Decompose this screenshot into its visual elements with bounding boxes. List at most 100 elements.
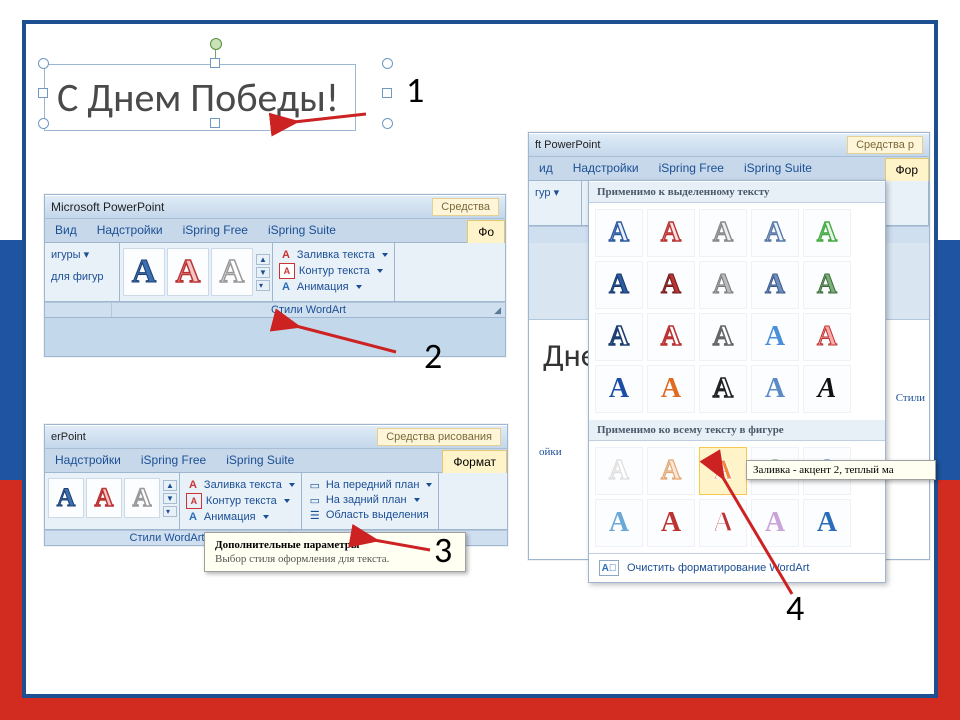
tab-format-frag[interactable]: Фо bbox=[467, 220, 505, 243]
tab-view-4[interactable]: ид bbox=[529, 157, 563, 180]
text-effects-icon-3: A bbox=[186, 510, 200, 524]
resize-handle-ne[interactable] bbox=[382, 58, 393, 69]
wb-10[interactable]: A bbox=[803, 499, 851, 547]
resize-handle-nw[interactable] bbox=[38, 58, 49, 69]
shapes-frag-4[interactable]: гур ▾ bbox=[535, 186, 575, 199]
wa-10[interactable]: A bbox=[803, 261, 851, 309]
gallery-more-button-3[interactable]: ▾ bbox=[163, 506, 177, 517]
gallery-scroll-up-3[interactable]: ▲ bbox=[163, 480, 177, 491]
arrow-4 bbox=[714, 470, 804, 600]
wa-19[interactable]: A bbox=[751, 365, 799, 413]
text-effects[interactable]: A Анимация bbox=[279, 280, 388, 294]
panel-4-tabs: ид Надстройки iSpring Free iSpring Suite… bbox=[529, 157, 929, 181]
text-effects-icon: A bbox=[279, 280, 293, 294]
side-frag-1: ойки bbox=[539, 446, 562, 458]
wa-8[interactable]: A bbox=[699, 261, 747, 309]
resize-handle-n[interactable] bbox=[210, 58, 220, 68]
clear-icon: A⃠ bbox=[599, 560, 619, 576]
gallery-more-button[interactable]: ▾ bbox=[256, 280, 270, 291]
dialog-launcher-2[interactable]: ◢ bbox=[494, 305, 501, 316]
tab-addins-3[interactable]: Надстройки bbox=[45, 449, 131, 472]
send-back[interactable]: ▭На задний план bbox=[308, 493, 433, 507]
tab-ispring-free-4[interactable]: iSpring Free bbox=[649, 157, 734, 180]
wb-2[interactable]: A bbox=[647, 447, 695, 495]
tab-view[interactable]: Вид bbox=[45, 219, 87, 242]
wa-5[interactable]: A bbox=[803, 209, 851, 257]
bring-front[interactable]: ▭На передний план bbox=[308, 478, 433, 492]
wa-3[interactable]: A bbox=[699, 209, 747, 257]
wa-18[interactable]: A bbox=[699, 365, 747, 413]
arrow-2 bbox=[288, 322, 398, 362]
wordart-group-label-2: Стили WordArt ◢ bbox=[112, 302, 505, 317]
app-title-3: erPoint bbox=[51, 431, 86, 443]
wa-14[interactable]: A bbox=[751, 313, 799, 361]
wb-1[interactable]: A bbox=[595, 447, 643, 495]
text-fill-icon: A bbox=[279, 248, 293, 262]
wa-15[interactable]: A bbox=[803, 313, 851, 361]
gallery-section-1: A A A A A A A A A A A A A A A A A A A A bbox=[589, 203, 885, 419]
panel-3-ribbon: A A A ▲ ▼ ▾ AЗаливка текста AКонтур текс… bbox=[45, 473, 507, 530]
rotation-handle[interactable] bbox=[210, 38, 222, 50]
wordart-style-2[interactable]: A bbox=[167, 248, 209, 296]
wa-1[interactable]: A bbox=[595, 209, 643, 257]
resize-handle-w[interactable] bbox=[38, 88, 48, 98]
callout-2: 2 bbox=[424, 334, 442, 378]
text-effects-label: Анимация bbox=[297, 281, 349, 293]
tab-format-3[interactable]: Формат bbox=[442, 450, 507, 473]
slide-frame: С Днем Победы! 1 Microsoft PowerPoint Ср… bbox=[22, 20, 938, 698]
wa-2[interactable]: A bbox=[647, 209, 695, 257]
arrow-3 bbox=[368, 528, 438, 568]
text-fill-label: Заливка текста bbox=[297, 249, 375, 261]
wb-6[interactable]: A bbox=[595, 499, 643, 547]
text-fill-3[interactable]: AЗаливка текста bbox=[186, 478, 295, 492]
wa-16[interactable]: A bbox=[595, 365, 643, 413]
panel-2: Microsoft PowerPoint Средства Вид Надстр… bbox=[44, 194, 506, 357]
tab-addins-4[interactable]: Надстройки bbox=[563, 157, 649, 180]
resize-handle-e[interactable] bbox=[382, 88, 392, 98]
text-outline[interactable]: AКонтур текста bbox=[279, 263, 388, 279]
resize-handle-se[interactable] bbox=[382, 118, 393, 129]
send-back-icon: ▭ bbox=[308, 493, 322, 507]
tab-ispring-suite-4[interactable]: iSpring Suite bbox=[734, 157, 822, 180]
shapes-frag[interactable]: игуры ▾ bbox=[51, 248, 113, 261]
tab-ispring-free[interactable]: iSpring Free bbox=[173, 219, 258, 242]
gallery-scroll-down-3[interactable]: ▼ bbox=[163, 493, 177, 504]
bring-front-icon: ▭ bbox=[308, 478, 322, 492]
side-frag-2: Стили bbox=[896, 392, 925, 404]
wa-6[interactable]: A bbox=[595, 261, 643, 309]
tab-format-4[interactable]: Фор bbox=[885, 158, 929, 181]
wordart-style-1b[interactable]: A bbox=[48, 478, 84, 518]
callout-1: 1 bbox=[406, 68, 424, 112]
text-outline-icon: A bbox=[279, 263, 295, 279]
tab-ispring-suite[interactable]: iSpring Suite bbox=[258, 219, 346, 242]
app-title-4: ft PowerPoint bbox=[535, 139, 600, 151]
tab-addins[interactable]: Надстройки bbox=[87, 219, 173, 242]
wa-11[interactable]: A bbox=[595, 313, 643, 361]
wordart-style-3[interactable]: A bbox=[211, 248, 253, 296]
gallery-scroll-up[interactable]: ▲ bbox=[256, 254, 270, 265]
panel-3-tabs: Надстройки iSpring Free iSpring Suite Фо… bbox=[45, 449, 507, 473]
wa-12[interactable]: A bbox=[647, 313, 695, 361]
panel-2-titlebar: Microsoft PowerPoint Средства bbox=[45, 195, 505, 219]
resize-handle-sw[interactable] bbox=[38, 118, 49, 129]
text-effects-3[interactable]: AАнимация bbox=[186, 510, 295, 524]
wa-20[interactable]: A bbox=[803, 365, 851, 413]
text-outline-3[interactable]: AКонтур текста bbox=[186, 493, 295, 509]
tab-ispring-suite-3[interactable]: iSpring Suite bbox=[216, 449, 304, 472]
text-fill[interactable]: A Заливка текста bbox=[279, 248, 388, 262]
wordart-style-3b[interactable]: A bbox=[124, 478, 160, 518]
wa-4[interactable]: A bbox=[751, 209, 799, 257]
wordart-style-2b[interactable]: A bbox=[86, 478, 122, 518]
gallery-scroll-down[interactable]: ▼ bbox=[256, 267, 270, 278]
resize-handle-s[interactable] bbox=[210, 118, 220, 128]
shape-styles-frag[interactable]: для фигур bbox=[51, 271, 113, 283]
wa-9[interactable]: A bbox=[751, 261, 799, 309]
wa-17[interactable]: A bbox=[647, 365, 695, 413]
selection-pane[interactable]: ☰Область выделения bbox=[308, 508, 433, 522]
panel-4-titlebar: ft PowerPoint Средства р bbox=[529, 133, 929, 157]
wordart-style-1[interactable]: A bbox=[123, 248, 165, 296]
wa-7[interactable]: A bbox=[647, 261, 695, 309]
wb-7[interactable]: A bbox=[647, 499, 695, 547]
wa-13[interactable]: A bbox=[699, 313, 747, 361]
tab-ispring-free-3[interactable]: iSpring Free bbox=[131, 449, 216, 472]
